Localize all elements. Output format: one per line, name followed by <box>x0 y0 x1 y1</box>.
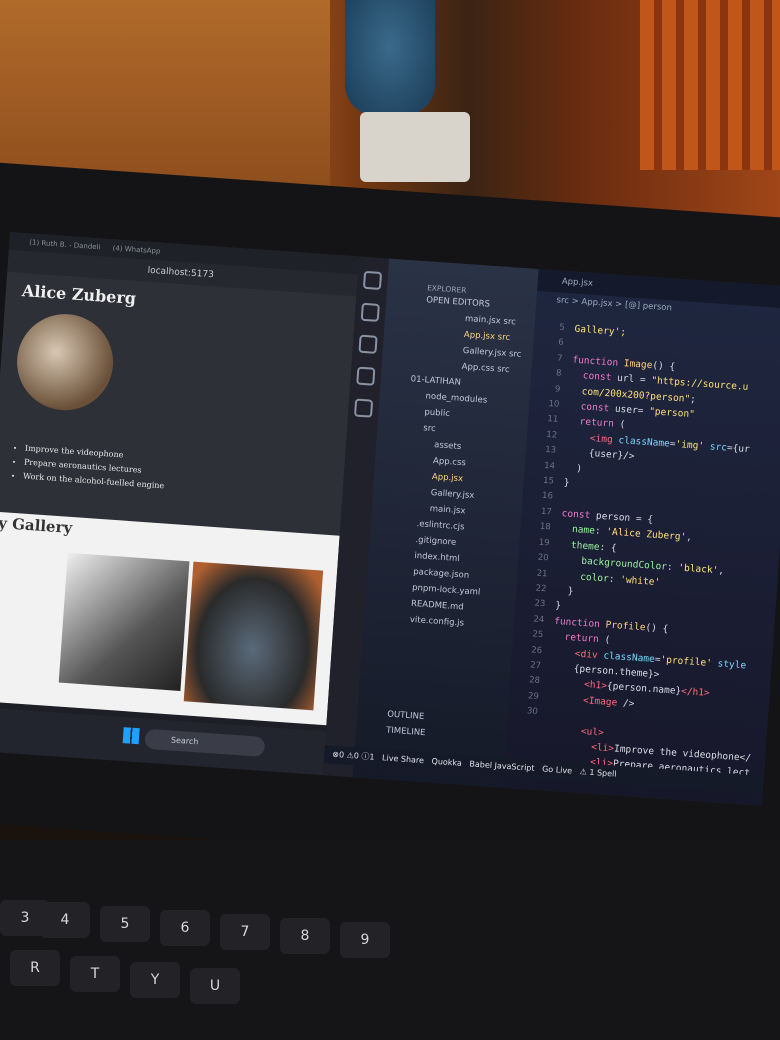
extensions-icon[interactable] <box>353 398 374 418</box>
curtain <box>640 0 780 170</box>
profile-avatar <box>13 310 117 414</box>
keyboard-key[interactable]: U <box>190 968 240 1004</box>
gallery-section: My Gallery <box>0 511 340 726</box>
todo-list: Improve the videophone Prepare aeronauti… <box>13 441 167 493</box>
profile-name: Alice Zuberg <box>21 280 137 308</box>
keyboard-key[interactable]: R <box>10 950 60 986</box>
source-code[interactable]: Gallery'; function Image() { const url =… <box>544 322 780 782</box>
search-icon[interactable] <box>360 302 380 322</box>
spell-status[interactable]: ⚠ 1 Spell <box>579 767 616 779</box>
files-icon[interactable] <box>362 270 383 291</box>
dispenser-stand <box>360 112 470 182</box>
gallery-image-server <box>58 552 190 692</box>
keyboard-key[interactable]: 9 <box>340 922 390 958</box>
laptop-keyboard: 3 4 5 6 7 8 9 R T Y U <box>0 840 780 1040</box>
taskbar-search[interactable]: Search <box>144 728 266 757</box>
keyboard-key[interactable]: 8 <box>280 918 330 954</box>
profile-section: Alice Zuberg Improve the videophone Prep… <box>0 271 357 536</box>
source-control-icon[interactable] <box>358 334 378 354</box>
laptop-screen: (1) Ruth B. - Dandeli (4) WhatsApp local… <box>0 232 780 806</box>
run-debug-icon[interactable] <box>356 366 376 386</box>
keyboard-key[interactable]: 7 <box>220 914 270 950</box>
keyboard-key[interactable]: 4 <box>40 902 90 938</box>
keyboard-key[interactable]: 5 <box>100 906 150 942</box>
water-bottle <box>345 0 435 115</box>
keyboard-key[interactable]: T <box>70 956 120 992</box>
quokka-button[interactable]: Quokka <box>431 757 462 768</box>
go-live-button[interactable]: Go Live <box>542 764 573 775</box>
line-number: 30 <box>526 706 539 718</box>
language-mode[interactable]: Babel JavaScript <box>469 759 535 773</box>
gallery-image-car <box>183 561 324 711</box>
browser-tab[interactable]: (4) WhatsApp <box>112 244 160 255</box>
problems-status[interactable]: ⊗0 ⚠0 ⓘ1 <box>332 750 375 762</box>
browser-tab[interactable]: (1) Ruth B. - Dandeli <box>29 238 101 251</box>
gallery-title: My Gallery <box>0 512 73 538</box>
keyboard-key[interactable]: 6 <box>160 910 210 946</box>
keyboard-key[interactable]: Y <box>130 962 180 998</box>
windows-start-icon[interactable] <box>122 727 140 745</box>
code-editor[interactable]: App.jsx src > App.jsx > [@] person 5 6 7… <box>502 268 780 806</box>
browser-window: (1) Ruth B. - Dandeli (4) WhatsApp local… <box>0 232 360 726</box>
live-share-button[interactable]: Live Share <box>382 753 424 765</box>
